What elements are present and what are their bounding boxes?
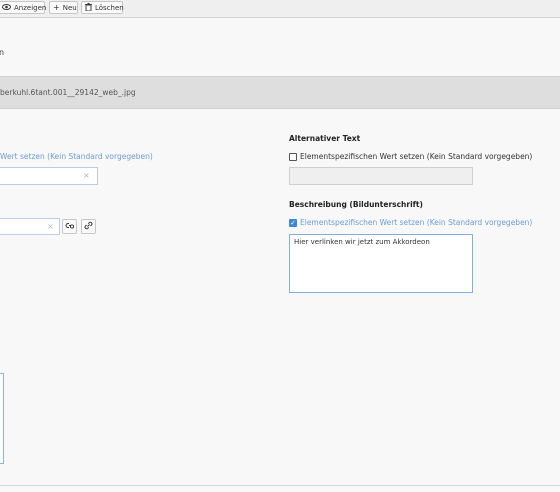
alt-text-input[interactable] <box>289 167 473 185</box>
link-browser-button[interactable] <box>62 219 77 234</box>
alt-text-label: Alternativer Text <box>289 134 361 143</box>
file-header: berkuhl.6tant.001__29142_web_.jpg <box>0 76 560 109</box>
view-button[interactable]: Anzeigen <box>0 1 47 14</box>
page-title: n <box>0 48 5 57</box>
alt-text-checkbox[interactable] <box>289 153 297 161</box>
delete-button-label: Löschen <box>95 3 124 12</box>
divider <box>0 485 560 486</box>
description-checkbox-label: Elementspezifischen Wert setzen (Kein St… <box>300 218 533 227</box>
override-value-link[interactable]: Wert setzen (Kein Standard vorgegeben) <box>0 152 153 161</box>
eye-icon <box>2 3 11 12</box>
description-label: Beschreibung (Bildunterschrift) <box>289 200 423 209</box>
new-button-label: Neu <box>62 3 77 12</box>
description-textarea[interactable]: Hier verlinken wir jetzt zum Akkordeon <box>289 234 473 293</box>
file-name: berkuhl.6tant.001__29142_web_.jpg <box>0 88 136 97</box>
checkmark-icon: ✓ <box>290 219 296 227</box>
description-text: Hier verlinken wir jetzt zum Akkordeon <box>294 238 430 246</box>
link-browser-icon <box>65 222 75 231</box>
left-textarea[interactable] <box>0 373 4 464</box>
link-button[interactable] <box>81 219 96 234</box>
view-button-label: Anzeigen <box>14 3 47 12</box>
description-checkbox[interactable]: ✓ <box>289 219 297 227</box>
close-icon[interactable]: × <box>47 222 54 231</box>
close-icon[interactable]: × <box>83 171 90 180</box>
left-text-input[interactable]: × <box>0 167 98 185</box>
link-icon <box>84 221 93 232</box>
link-input[interactable]: × <box>0 218 60 235</box>
delete-button[interactable]: Löschen <box>81 1 124 14</box>
trash-icon <box>85 2 92 13</box>
plus-icon: + <box>53 2 60 12</box>
toolbar: Anzeigen + Neu Löschen <box>0 0 560 18</box>
alt-text-checkbox-label: Elementspezifischen Wert setzen (Kein St… <box>300 152 533 161</box>
new-button[interactable]: + Neu <box>49 1 78 14</box>
